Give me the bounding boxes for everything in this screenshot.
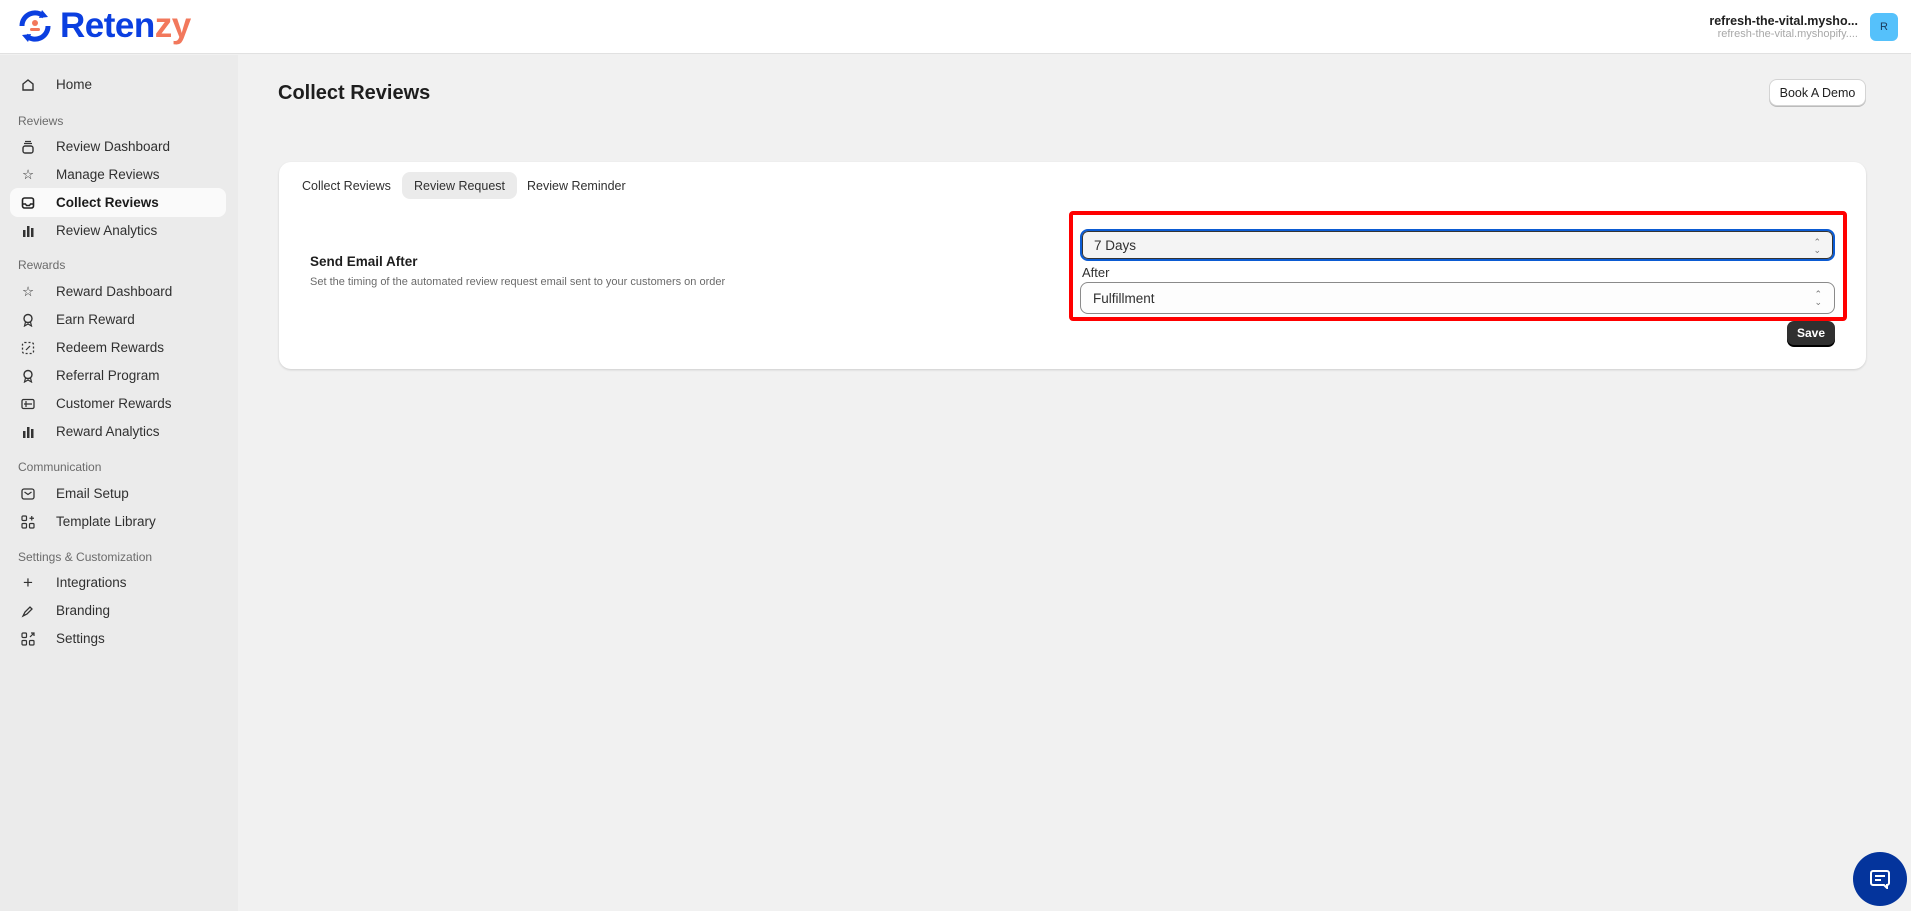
sidebar-item-integrations[interactable]: + Integrations bbox=[10, 568, 226, 597]
tab-review-request[interactable]: Review Request bbox=[402, 172, 518, 199]
sidebar-item-settings[interactable]: Settings bbox=[10, 624, 226, 653]
sidebar-item-collect-reviews[interactable]: Collect Reviews bbox=[10, 188, 226, 217]
bar-chart-icon bbox=[20, 223, 36, 239]
award-icon bbox=[20, 368, 36, 384]
store-info[interactable]: refresh-the-vital.mysho... refresh-the-v… bbox=[1708, 14, 1858, 40]
apps-icon bbox=[20, 631, 36, 647]
book-demo-button[interactable]: Book A Demo bbox=[1769, 79, 1866, 106]
sidebar-item-label: Home bbox=[56, 77, 93, 92]
star-icon: ☆ bbox=[21, 166, 35, 182]
sidebar-item-customer-rewards[interactable]: Customer Rewards bbox=[10, 389, 226, 418]
sidebar-item-label: Review Dashboard bbox=[56, 139, 171, 154]
plus-icon: + bbox=[23, 572, 33, 592]
sidebar-section-settings: Settings & Customization bbox=[18, 550, 153, 564]
sidebar-item-label: Integrations bbox=[56, 575, 127, 590]
tab-collect-reviews[interactable]: Collect Reviews bbox=[290, 172, 403, 199]
email-icon bbox=[20, 486, 36, 502]
sidebar-item-label: Manage Reviews bbox=[56, 167, 160, 182]
chevron-up-down-icon: ⌃ ⌄ bbox=[1813, 237, 1821, 255]
sidebar-item-label: Customer Rewards bbox=[56, 396, 172, 411]
after-label: After bbox=[1082, 265, 1110, 280]
sidebar-item-home[interactable]: Home bbox=[10, 70, 226, 99]
chevron-up-down-icon: ⌃ ⌄ bbox=[1814, 289, 1822, 307]
sidebar-item-template-library[interactable]: Template Library bbox=[10, 507, 226, 536]
event-select-value: Fulfillment bbox=[1093, 290, 1155, 306]
sidebar-item-earn-reward[interactable]: Earn Reward bbox=[10, 305, 226, 334]
apps-add-icon bbox=[20, 514, 36, 530]
delay-select[interactable]: 7 Days ⌃ ⌄ bbox=[1080, 229, 1835, 261]
bar-chart-icon bbox=[20, 424, 36, 440]
sidebar-item-label: Referral Program bbox=[56, 368, 160, 383]
sidebar-item-manage-reviews[interactable]: ☆ Manage Reviews bbox=[10, 160, 226, 189]
event-select[interactable]: Fulfillment ⌃ ⌄ bbox=[1080, 282, 1835, 314]
sidebar-section-communication: Communication bbox=[18, 460, 102, 474]
sidebar-section-reviews: Reviews bbox=[18, 114, 64, 128]
store-domain: refresh-the-vital.myshopify.... bbox=[1717, 28, 1858, 40]
chat-button[interactable] bbox=[1853, 852, 1907, 906]
sidebar-item-review-dashboard[interactable]: Review Dashboard bbox=[10, 132, 226, 161]
sidebar-item-reward-analytics[interactable]: Reward Analytics bbox=[10, 417, 226, 446]
sidebar-item-reward-dashboard[interactable]: ☆ Reward Dashboard bbox=[10, 277, 226, 306]
page-title: Collect Reviews bbox=[278, 82, 431, 104]
sidebar-item-review-analytics[interactable]: Review Analytics bbox=[10, 216, 226, 245]
sidebar-item-label: Branding bbox=[56, 603, 111, 618]
logo-text: Retenzy bbox=[60, 6, 191, 45]
sidebar-item-referral-program[interactable]: Referral Program bbox=[10, 361, 226, 390]
tab-review-reminder[interactable]: Review Reminder bbox=[515, 172, 638, 199]
sidebar: Home Reviews Review Dashboard ☆ Manage Re… bbox=[0, 55, 238, 911]
setting-title: Send Email After bbox=[310, 254, 418, 269]
logo-refresh-icon bbox=[19, 10, 51, 42]
sidebar-item-label: Review Analytics bbox=[56, 223, 158, 238]
sidebar-item-label: Redeem Rewards bbox=[56, 340, 165, 355]
save-button[interactable]: Save bbox=[1787, 321, 1835, 345]
sidebar-item-label: Email Setup bbox=[56, 486, 129, 501]
home-icon bbox=[20, 77, 36, 93]
sidebar-item-label: Settings bbox=[56, 631, 105, 646]
setting-description: Set the timing of the automated review r… bbox=[310, 276, 726, 288]
award-icon bbox=[20, 312, 36, 328]
inbox-icon bbox=[20, 195, 36, 211]
sidebar-item-branding[interactable]: Branding bbox=[10, 596, 226, 625]
inbox-stack-icon bbox=[20, 139, 36, 155]
sidebar-item-label: Collect Reviews bbox=[56, 195, 159, 210]
sidebar-item-label: Reward Dashboard bbox=[56, 284, 173, 299]
paint-brush-icon bbox=[20, 603, 36, 619]
delay-select-value: 7 Days bbox=[1094, 237, 1137, 253]
chat-icon bbox=[1870, 870, 1890, 889]
sidebar-item-redeem-rewards[interactable]: Redeem Rewards bbox=[10, 333, 226, 362]
sidebar-item-label: Earn Reward bbox=[56, 312, 135, 327]
discount-icon bbox=[20, 340, 36, 356]
sidebar-item-label: Template Library bbox=[56, 514, 156, 529]
sidebar-section-rewards: Rewards bbox=[18, 258, 66, 272]
sidebar-item-email-setup[interactable]: Email Setup bbox=[10, 479, 226, 508]
avatar[interactable]: R bbox=[1870, 13, 1898, 41]
retenzy-logo[interactable]: Retenzy bbox=[16, 6, 191, 46]
star-icon: ☆ bbox=[21, 283, 35, 299]
gift-card-icon bbox=[20, 396, 36, 412]
store-name: refresh-the-vital.mysho... bbox=[1709, 14, 1858, 28]
sidebar-item-label: Reward Analytics bbox=[56, 424, 160, 439]
top-bar: Retenzy refresh-the-vital.mysho... refre… bbox=[0, 0, 1911, 54]
